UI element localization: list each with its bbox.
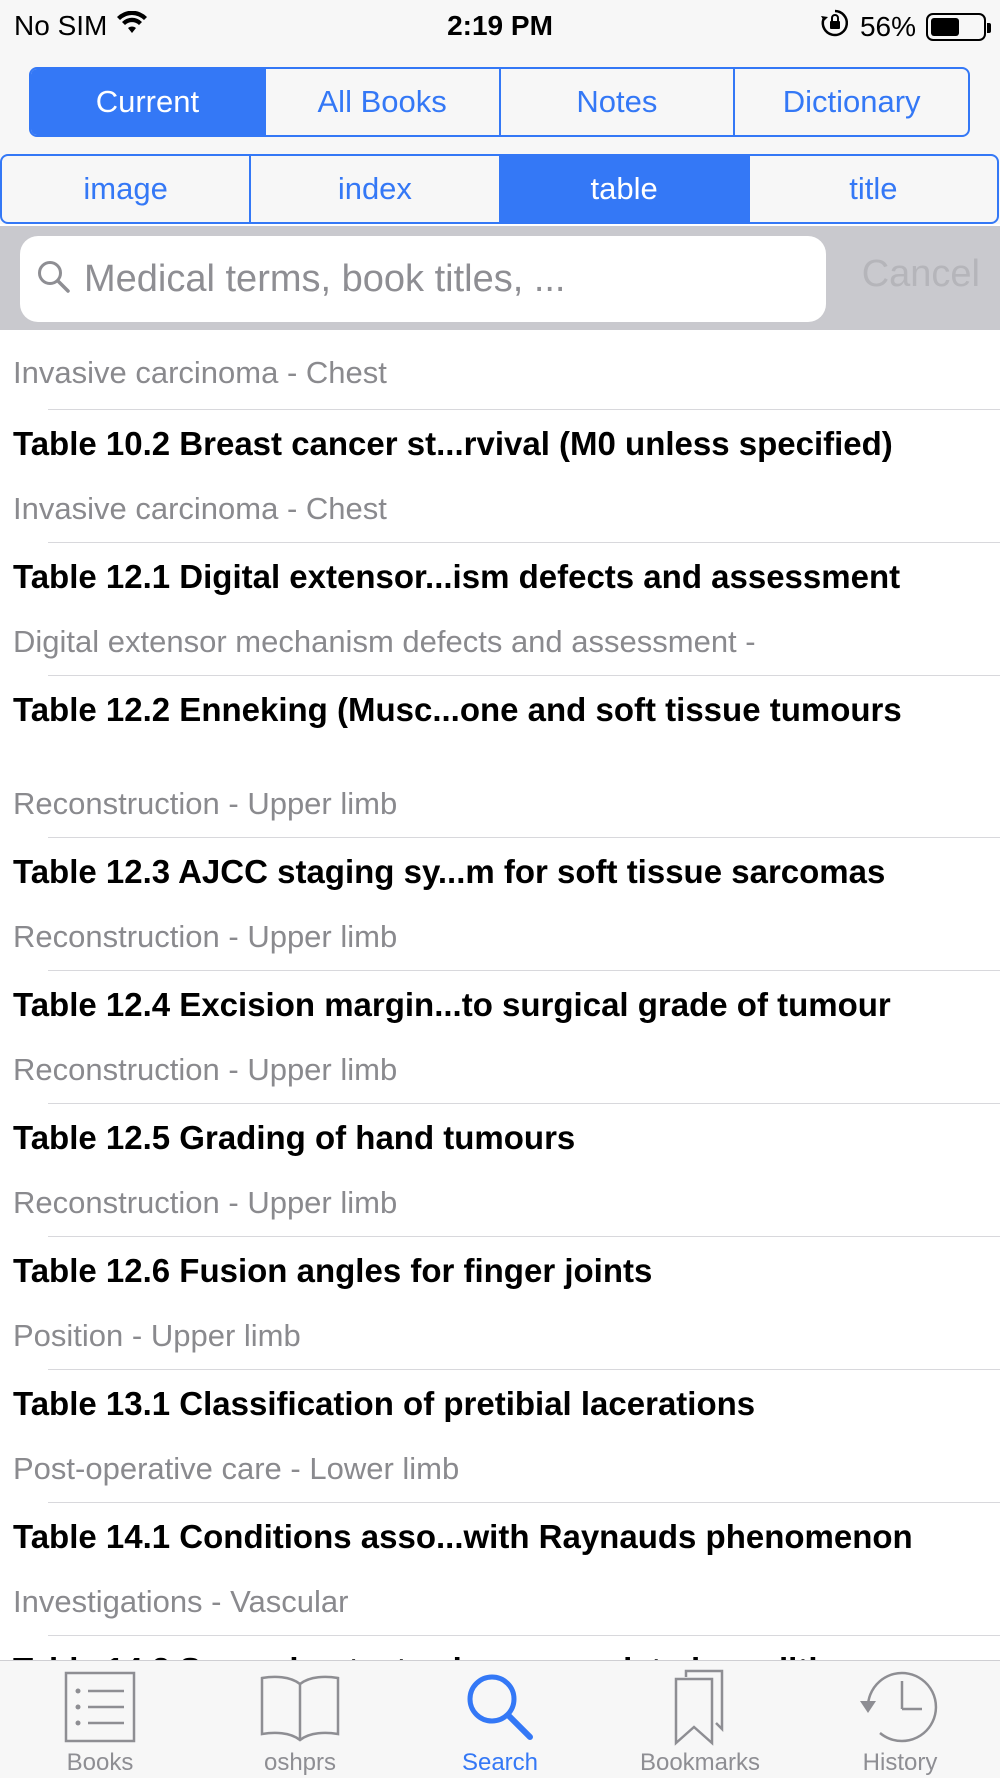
tab-notes[interactable]: Notes <box>501 69 736 135</box>
list-item-subtitle: Position - Upper limb <box>13 1318 301 1353</box>
list-item-subtitle: Reconstruction - Upper limb <box>13 786 398 821</box>
battery-icon <box>926 12 991 41</box>
tab-dictionary[interactable]: Dictionary <box>735 69 968 135</box>
filter-title[interactable]: title <box>750 156 997 222</box>
list-item-subtitle: Reconstruction - Upper limb <box>13 1052 398 1087</box>
tab-bar: Books oshprs Search Bookmarks History <box>0 1660 1000 1778</box>
list-item[interactable]: Table 12.1 Digital extensor...ism defect… <box>13 543 1000 676</box>
search-icon <box>455 1667 545 1747</box>
tab-history[interactable]: History <box>800 1661 1000 1778</box>
list-item[interactable]: Invasive carcinoma - Chest <box>13 330 1000 410</box>
list-item-title: Table 14.1 Conditions asso...with Raynau… <box>13 1518 913 1555</box>
tab-oshprs[interactable]: oshprs <box>200 1661 400 1778</box>
header-controls: Current All Books Notes Dictionary image… <box>0 52 1000 224</box>
orientation-lock-icon <box>820 8 850 45</box>
list-item[interactable]: Table 12.4 Excision margin...to surgical… <box>13 971 1000 1104</box>
bookmarks-icon <box>655 1667 745 1747</box>
list-item[interactable]: Table 13.1 Classification of pretibial l… <box>13 1370 1000 1503</box>
list-item[interactable]: Table 10.2 Breast cancer st...rvival (M0… <box>13 410 1000 543</box>
list-item-title: Table 12.3 AJCC staging sy...m for soft … <box>13 853 886 890</box>
list-item-title: Table 12.6 Fusion angles for finger join… <box>13 1252 653 1289</box>
tab-search[interactable]: Search <box>400 1661 600 1778</box>
tab-label: oshprs <box>263 1749 337 1776</box>
list-item-title: Table 14.2 Screening tests...ions associ… <box>13 1650 990 1660</box>
search-bar: Medical terms, book titles, ... Cancel <box>0 226 1000 330</box>
list-item-title: Table 12.2 Enneking (Musc...one and soft… <box>13 691 902 728</box>
list-item-title: Table 12.1 Digital extensor...ism defect… <box>13 558 901 595</box>
tab-bookmarks[interactable]: Bookmarks <box>600 1661 800 1778</box>
battery-percent: 56% <box>859 10 916 42</box>
book-icon <box>255 1667 345 1747</box>
battery-tip <box>987 22 991 33</box>
scope-segmented-control: Current All Books Notes Dictionary <box>29 67 970 137</box>
list-item-subtitle: Invasive carcinoma - Chest <box>13 355 387 390</box>
tab-label: Search <box>461 1749 539 1776</box>
list-icon <box>55 1667 145 1747</box>
list-item-subtitle: Digital extensor mechanism defects and a… <box>13 624 756 659</box>
list-item[interactable]: Table 14.2 Screening tests...ions associ… <box>13 1636 1000 1660</box>
status-bar: No SIM 2:19 PM 56% <box>0 0 1000 52</box>
results-list: Invasive carcinoma - Chest Table 10.2 Br… <box>0 330 1000 1660</box>
list-item-subtitle: Reconstruction - Upper limb <box>13 1185 398 1220</box>
filter-index[interactable]: index <box>251 156 501 222</box>
list-item-title: Table 10.2 Breast cancer st...rvival (M0… <box>13 425 893 462</box>
filter-segmented-control: image index table title <box>0 154 999 224</box>
battery-fill <box>931 17 959 36</box>
cancel-button[interactable]: Cancel <box>862 253 980 296</box>
list-item[interactable]: Table 12.2 Enneking (Musc...one and soft… <box>13 676 1000 838</box>
list-item[interactable]: Table 12.5 Grading of hand tumours Recon… <box>13 1104 1000 1237</box>
list-item[interactable]: Table 12.3 AJCC staging sy...m for soft … <box>13 838 1000 971</box>
list-item-subtitle: Investigations - Vascular <box>13 1584 349 1619</box>
tab-current[interactable]: Current <box>31 69 266 135</box>
filter-image[interactable]: image <box>2 156 252 222</box>
list-item-title: Table 13.1 Classification of pretibial l… <box>13 1385 756 1422</box>
list-item-title: Table 12.5 Grading of hand tumours <box>13 1119 576 1156</box>
list-item-title: Table 12.4 Excision margin...to surgical… <box>13 986 891 1023</box>
list-item[interactable]: Table 12.6 Fusion angles for finger join… <box>13 1237 1000 1370</box>
list-item-subtitle: Post-operative care - Lower limb <box>13 1451 460 1486</box>
list-item-subtitle: Reconstruction - Upper limb <box>13 919 398 954</box>
tab-label: History <box>862 1749 938 1776</box>
status-right: 56% <box>820 8 991 45</box>
search-placeholder: Medical terms, book titles, ... <box>84 257 566 300</box>
history-icon <box>855 1667 945 1747</box>
list-item[interactable]: Table 14.1 Conditions asso...with Raynau… <box>13 1503 1000 1636</box>
search-icon <box>36 259 72 300</box>
tab-label: Books <box>66 1749 134 1776</box>
list-item-subtitle: Invasive carcinoma - Chest <box>13 491 387 526</box>
tab-label: Bookmarks <box>639 1749 761 1776</box>
filter-table[interactable]: table <box>500 156 750 222</box>
tab-all-books[interactable]: All Books <box>266 69 501 135</box>
search-input[interactable]: Medical terms, book titles, ... <box>20 236 826 322</box>
tab-books[interactable]: Books <box>0 1661 200 1778</box>
